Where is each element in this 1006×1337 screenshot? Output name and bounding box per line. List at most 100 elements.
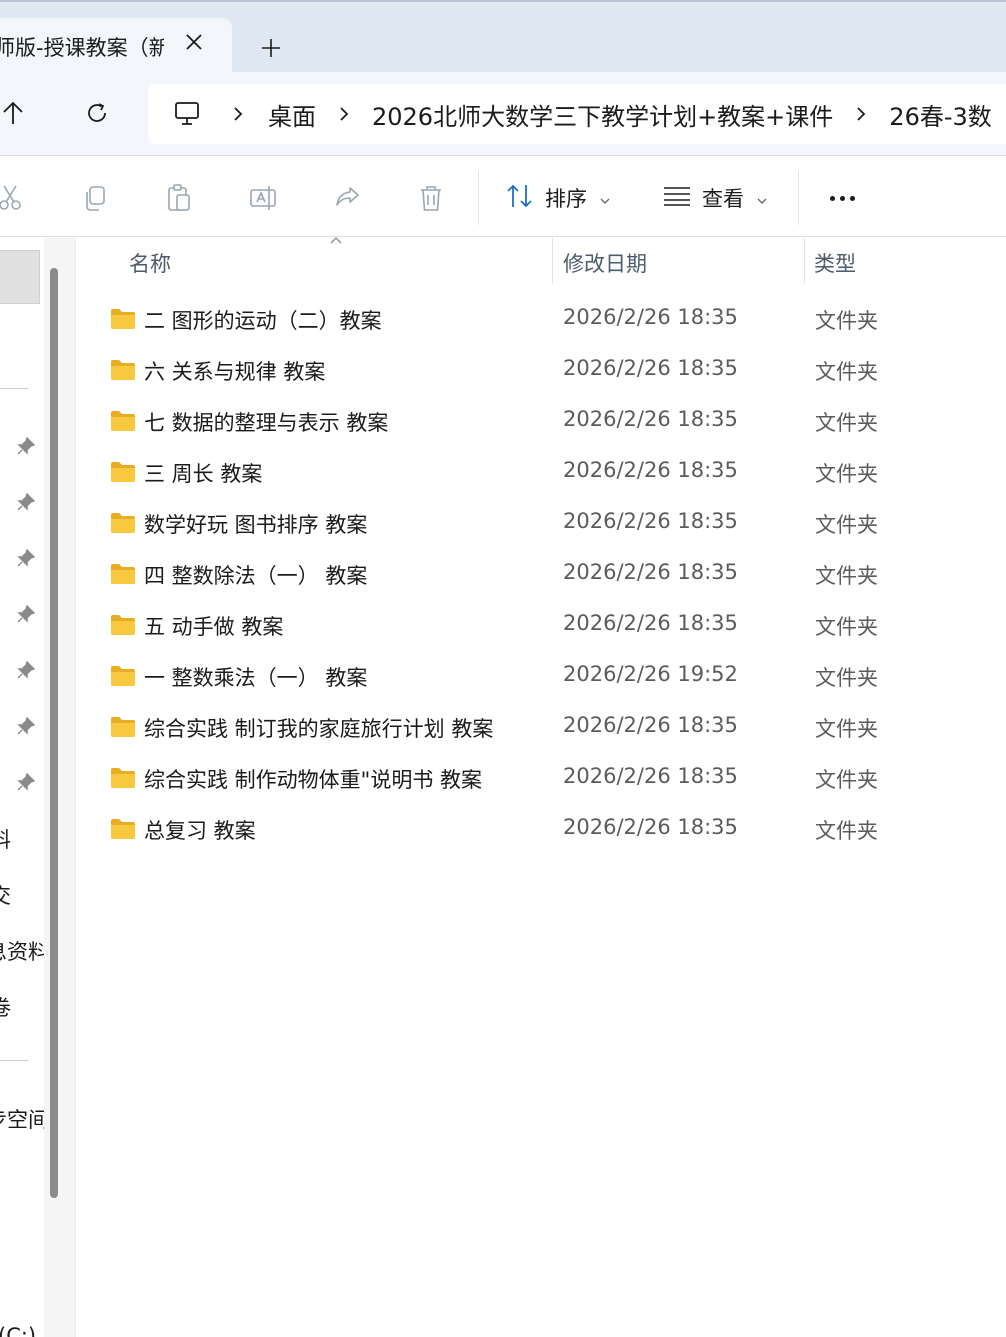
pin-icon[interactable]: [14, 490, 38, 514]
computer-icon[interactable]: [172, 99, 202, 129]
modified-date: 2026/2/26 18:35: [563, 764, 738, 788]
file-type: 文件夹: [815, 360, 878, 384]
breadcrumb-folder[interactable]: 2026北师大数学三下教学计划+教案+课件: [372, 97, 833, 132]
tab-title: 师版-授课教案（新: [0, 36, 164, 60]
rename-icon[interactable]: [246, 181, 280, 215]
table-row[interactable]: 一 整数乘法（一） 教案 2026/2/26 19:52 文件夹: [76, 657, 1006, 708]
copy-icon[interactable]: [78, 181, 112, 215]
folder-icon: [110, 512, 136, 534]
view-label: 查看: [702, 187, 744, 211]
share-icon[interactable]: [330, 181, 364, 215]
navigation-bar: 桌面 2026北师大数学三下教学计划+教案+课件 26春-3数: [0, 72, 1006, 156]
breadcrumb-desktop[interactable]: 桌面: [268, 97, 316, 132]
cut-icon[interactable]: [0, 181, 28, 215]
column-header-row: 名称 修改日期 类型: [76, 237, 1006, 286]
view-button[interactable]: 查看: [662, 179, 768, 217]
pin-icon[interactable]: [14, 658, 38, 682]
nav-item-label[interactable]: 交: [0, 880, 11, 910]
folder-icon: [110, 818, 136, 840]
more-options-icon[interactable]: [820, 181, 864, 215]
sort-button[interactable]: 排序: [505, 179, 611, 217]
modified-date: 2026/2/26 18:35: [563, 407, 738, 431]
delete-icon[interactable]: [414, 181, 448, 215]
pin-icon[interactable]: [14, 602, 38, 626]
nav-item-label[interactable]: (C:): [0, 1324, 36, 1337]
file-name: 综合实践 制订我的家庭旅行计划 教案: [144, 717, 494, 741]
modified-date: 2026/2/26 18:35: [563, 560, 738, 584]
nav-item-label[interactable]: 料: [0, 824, 11, 854]
file-name: 一 整数乘法（一） 教案: [144, 666, 368, 690]
column-divider[interactable]: [804, 238, 805, 284]
table-row[interactable]: 二 图形的运动（二）教案 2026/2/26 18:35 文件夹: [76, 300, 1006, 351]
file-name: 三 周长 教案: [144, 462, 263, 486]
breadcrumb-current[interactable]: 26春-3数: [889, 97, 991, 132]
file-name: 数学好玩 图书排序 教案: [144, 513, 368, 537]
table-row[interactable]: 数学好玩 图书排序 教案 2026/2/26 18:35 文件夹: [76, 504, 1006, 555]
file-name: 四 整数除法（一） 教案: [144, 564, 368, 588]
file-type: 文件夹: [815, 819, 878, 843]
modified-date: 2026/2/26 18:35: [563, 815, 738, 839]
file-type: 文件夹: [815, 666, 878, 690]
chevron-down-icon: [756, 186, 768, 210]
nav-item-label[interactable]: 卷: [0, 992, 11, 1022]
folder-icon: [110, 716, 136, 738]
chevron-down-icon: [599, 186, 611, 210]
tab-active[interactable]: 师版-授课教案（新: [0, 18, 232, 74]
pin-icon[interactable]: [14, 714, 38, 738]
folder-icon: [110, 461, 136, 483]
modified-date: 2026/2/26 18:35: [563, 458, 738, 482]
navigation-pane: 料 交 息资料 卷 步空间 (C:): [0, 238, 44, 1337]
chevron-right-icon[interactable]: [851, 105, 871, 123]
file-name: 六 关系与规律 教案: [144, 360, 326, 384]
file-type: 文件夹: [815, 462, 878, 486]
column-header-type[interactable]: 类型: [814, 248, 856, 278]
table-row[interactable]: 三 周长 教案 2026/2/26 18:35 文件夹: [76, 453, 1006, 504]
chevron-right-icon[interactable]: [334, 105, 354, 123]
nav-pane-gutter: [44, 238, 76, 1337]
table-row[interactable]: 五 动手做 教案 2026/2/26 18:35 文件夹: [76, 606, 1006, 657]
nav-item-label[interactable]: 息资料: [0, 936, 44, 966]
refresh-icon[interactable]: [80, 96, 114, 130]
nav-pane-scrollbar[interactable]: [50, 268, 58, 1198]
close-icon[interactable]: [180, 28, 208, 56]
column-divider[interactable]: [552, 238, 553, 284]
pin-icon[interactable]: [14, 770, 38, 794]
table-row[interactable]: 七 数据的整理与表示 教案 2026/2/26 18:35 文件夹: [76, 402, 1006, 453]
pin-icon[interactable]: [14, 434, 38, 458]
file-name: 总复习 教案: [144, 819, 256, 843]
sort-label: 排序: [545, 187, 587, 211]
arrow-up-icon[interactable]: [0, 96, 30, 130]
sort-icon: [505, 182, 535, 215]
toolbar-divider: [798, 171, 799, 225]
modified-date: 2026/2/26 18:35: [563, 509, 738, 533]
table-row[interactable]: 六 关系与规律 教案 2026/2/26 18:35 文件夹: [76, 351, 1006, 402]
file-type: 文件夹: [815, 564, 878, 588]
file-name: 七 数据的整理与表示 教案: [144, 411, 389, 435]
sort-ascending-icon: [328, 234, 344, 246]
file-type: 文件夹: [815, 411, 878, 435]
nav-item-selected[interactable]: [0, 250, 40, 304]
nav-divider: [0, 388, 28, 389]
modified-date: 2026/2/26 18:35: [563, 305, 738, 329]
modified-date: 2026/2/26 18:35: [563, 713, 738, 737]
file-type: 文件夹: [815, 615, 878, 639]
table-row[interactable]: 综合实践 制订我的家庭旅行计划 教案 2026/2/26 18:35 文件夹: [76, 708, 1006, 759]
nav-item-label[interactable]: 步空间: [0, 1104, 44, 1134]
folder-icon: [110, 359, 136, 381]
plus-icon[interactable]: [255, 32, 287, 64]
file-type: 文件夹: [815, 309, 878, 333]
table-row[interactable]: 总复习 教案 2026/2/26 18:35 文件夹: [76, 810, 1006, 861]
folder-icon: [110, 614, 136, 636]
folder-icon: [110, 665, 136, 687]
modified-date: 2026/2/26 18:35: [563, 611, 738, 635]
paste-icon[interactable]: [162, 181, 196, 215]
column-header-name[interactable]: 名称: [129, 248, 171, 278]
modified-date: 2026/2/26 19:52: [563, 662, 738, 686]
address-bar[interactable]: 桌面 2026北师大数学三下教学计划+教案+课件 26春-3数: [148, 84, 1006, 144]
column-header-date[interactable]: 修改日期: [563, 248, 647, 278]
table-row[interactable]: 综合实践 制作动物体重"说明书 教案 2026/2/26 18:35 文件夹: [76, 759, 1006, 810]
table-row[interactable]: 四 整数除法（一） 教案 2026/2/26 18:35 文件夹: [76, 555, 1006, 606]
chevron-right-icon[interactable]: [228, 105, 248, 123]
folder-icon: [110, 767, 136, 789]
pin-icon[interactable]: [14, 546, 38, 570]
